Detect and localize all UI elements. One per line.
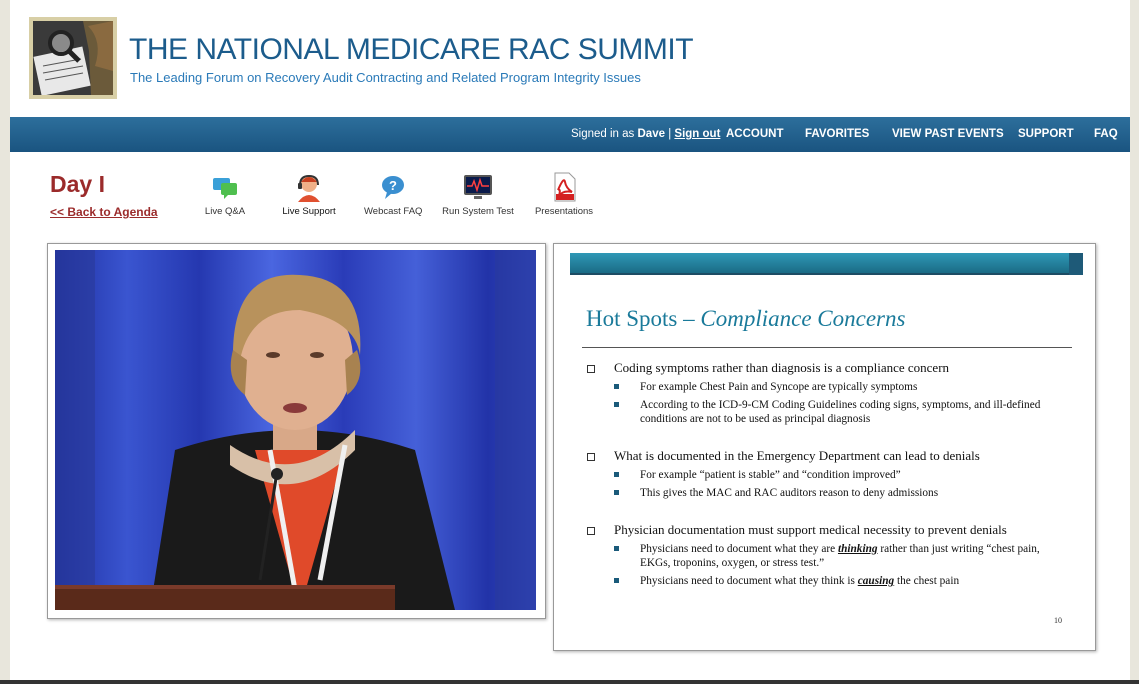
slide-title-italic: Compliance Concerns <box>700 306 906 331</box>
emphasis-thinking: thinking <box>837 543 878 555</box>
tool-live-qa-label: Live Q&A <box>204 206 246 217</box>
help-bubble-icon: ? <box>378 172 408 202</box>
slide-header-rule <box>570 273 1083 275</box>
video-player[interactable] <box>47 243 546 619</box>
slide-bullet: What is documented in the Emergency Depa… <box>584 448 1054 464</box>
monitor-test-icon <box>463 172 493 202</box>
day-title: Day I <box>50 171 105 197</box>
summit-logo[interactable] <box>29 17 117 99</box>
sub-bullet-text: the chest pain <box>894 575 960 587</box>
tool-webcast-faq[interactable]: ? Webcast FAQ <box>364 172 422 217</box>
tool-run-system-test-label: Run System Test <box>442 206 514 217</box>
support-agent-icon <box>294 172 324 202</box>
user-name: Dave <box>637 128 666 140</box>
top-navbar: Signed in as Dave | Sign out ACCOUNT FAV… <box>10 117 1130 152</box>
tool-presentations[interactable]: Presentations <box>534 172 594 217</box>
nav-faq[interactable]: FAQ <box>1094 128 1118 140</box>
slide-bullet: Physician documentation must support med… <box>584 522 1054 538</box>
slide-number: 10 <box>1054 616 1062 625</box>
slide-sub-bullet: For example “patient is stable” and “con… <box>584 468 1054 482</box>
slide-body: Coding symptoms rather than diagnosis is… <box>584 360 1054 592</box>
nav-view-past-events[interactable]: VIEW PAST EVENTS <box>892 128 1004 140</box>
sub-bullet-text: Physicians need to document what they ar… <box>640 543 838 555</box>
tool-webcast-faq-label: Webcast FAQ <box>364 206 423 217</box>
slide-sub-bullet: According to the ICD-9-CM Coding Guideli… <box>584 398 1054 426</box>
separator: | <box>668 128 672 140</box>
back-to-agenda-link[interactable]: << Back to Agenda <box>50 205 158 219</box>
slide-sub-bullet: This gives the MAC and RAC auditors reas… <box>584 486 1054 500</box>
chat-bubbles-icon <box>210 172 240 202</box>
speaker-video[interactable] <box>55 250 536 610</box>
tool-run-system-test[interactable]: Run System Test <box>442 172 514 217</box>
site-title: THE NATIONAL MEDICARE RAC SUMMIT <box>129 33 694 66</box>
page: THE NATIONAL MEDICARE RAC SUMMIT The Lea… <box>10 0 1130 684</box>
tool-presentations-label: Presentations <box>534 206 594 217</box>
speaker-video-frame <box>55 250 536 610</box>
detective-logo-image <box>33 21 113 95</box>
signed-in-prefix: Signed in as <box>571 128 635 140</box>
slide-header-bar <box>570 253 1083 273</box>
nav-account[interactable]: ACCOUNT <box>726 128 784 140</box>
tool-live-qa[interactable]: Live Q&A <box>203 172 247 217</box>
bottom-border <box>0 680 1139 684</box>
tool-live-support[interactable]: Live Support <box>280 172 338 217</box>
slide-bullet: Coding symptoms rather than diagnosis is… <box>584 360 1054 376</box>
svg-text:?: ? <box>389 178 397 193</box>
site-subtitle: The Leading Forum on Recovery Audit Cont… <box>130 70 641 85</box>
slide-header-bar-end <box>1069 253 1083 275</box>
sub-bullet-text: Physicians need to document what they th… <box>640 575 858 587</box>
slide-sub-bullet: Physicians need to document what they ar… <box>584 542 1054 570</box>
slide-title: Hot Spots – Compliance Concerns <box>586 306 905 332</box>
sign-out-link[interactable]: Sign out <box>674 128 720 140</box>
nav-favorites[interactable]: FAVORITES <box>805 128 869 140</box>
slide-title-rule <box>582 347 1072 348</box>
signed-in-status: Signed in as Dave | Sign out <box>571 128 720 140</box>
pdf-icon <box>549 172 579 202</box>
emphasis-causing: causing <box>857 575 895 587</box>
slide-sub-bullet: Physicians need to document what they th… <box>584 574 1054 588</box>
presentation-slide[interactable]: Hot Spots – Compliance Concerns Coding s… <box>553 243 1096 651</box>
slide-title-main: Hot Spots – <box>586 306 701 331</box>
tool-live-support-label: Live Support <box>282 206 336 217</box>
slide-sub-bullet: For example Chest Pain and Syncope are t… <box>584 380 1054 394</box>
nav-support[interactable]: SUPPORT <box>1018 128 1074 140</box>
